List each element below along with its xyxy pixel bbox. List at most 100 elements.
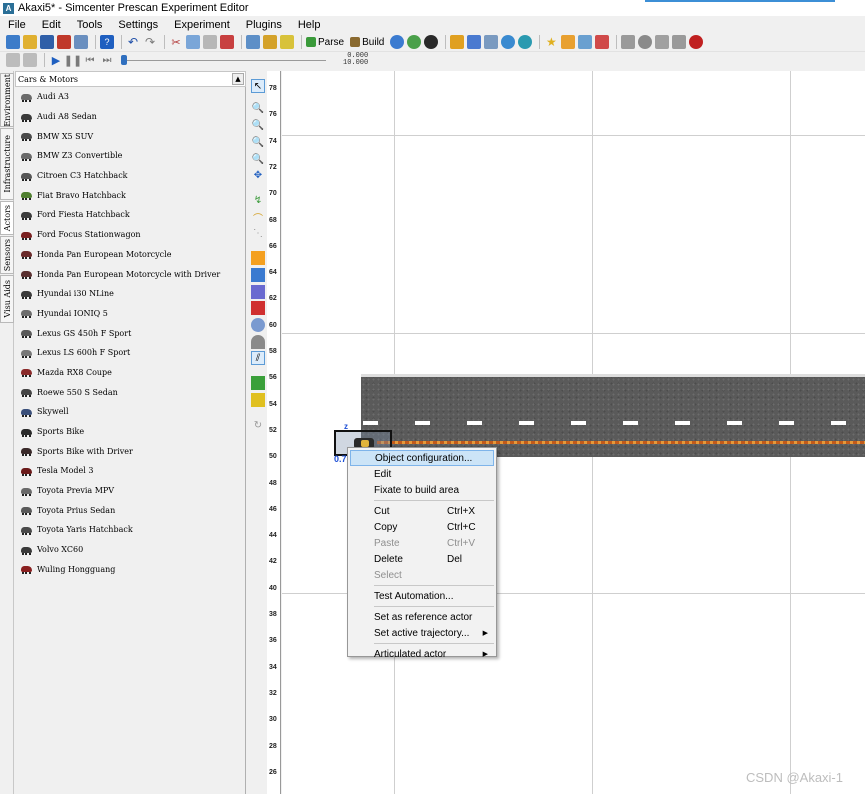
undo-icon[interactable]: ↶ — [126, 35, 140, 49]
list-item[interactable]: Sports Bike with Driver — [15, 441, 246, 461]
list-item[interactable]: Toyota Previa MPV — [15, 481, 246, 501]
menu-item-set-active-trajectory[interactable]: Set active trajectory... ▶ — [350, 625, 494, 641]
curve-icon[interactable] — [467, 35, 482, 49]
align-icon[interactable] — [251, 393, 265, 407]
open-folder-icon[interactable] — [23, 35, 37, 49]
zoom-out-icon[interactable]: 🔍 — [251, 135, 265, 149]
help-icon[interactable]: ? — [100, 35, 114, 49]
new-file-icon[interactable] — [6, 35, 20, 49]
menu-experiment[interactable]: Experiment — [166, 19, 238, 31]
library-header[interactable]: Cars & Motors ▲ — [15, 71, 246, 87]
run-icon[interactable] — [424, 35, 439, 49]
layers-icon[interactable] — [621, 35, 636, 49]
list-item[interactable]: Hyundai i30 NLine — [15, 284, 246, 304]
zoom-icon[interactable]: 🔍 — [251, 101, 265, 115]
actor-trajectory[interactable] — [377, 441, 865, 444]
paste-icon[interactable] — [203, 35, 217, 49]
copy-icon[interactable] — [186, 35, 200, 49]
sensor-tool-icon[interactable] — [251, 301, 265, 315]
print-icon[interactable] — [672, 35, 687, 49]
pan-icon[interactable]: ✥ — [251, 168, 265, 182]
redo-icon[interactable]: ↷ — [143, 35, 157, 49]
sphere-icon[interactable] — [501, 35, 516, 49]
wrench-icon[interactable] — [263, 35, 277, 49]
menu-plugins[interactable]: Plugins — [238, 19, 290, 31]
curve-path-icon[interactable]: ⌒ — [251, 210, 265, 225]
menu-file[interactable]: File — [0, 19, 34, 31]
list-item[interactable]: Skywell — [15, 402, 246, 422]
collapse-icon[interactable]: ▲ — [232, 73, 244, 85]
road-segment[interactable] — [361, 374, 865, 457]
menu-edit[interactable]: Edit — [34, 19, 69, 31]
globe-icon[interactable] — [390, 35, 405, 49]
trajectory-icon[interactable] — [251, 251, 265, 265]
list-item[interactable]: Lexus GS 450h F Sport — [15, 323, 246, 343]
list-item[interactable]: BMW X5 SUV — [15, 126, 246, 146]
fast-forward-icon[interactable]: ⏭ — [100, 53, 114, 67]
list-item[interactable]: Audi A3 — [15, 87, 246, 107]
experiment-canvas[interactable]: z 0.7 — [282, 71, 865, 794]
menu-item-copy[interactable]: Copy Ctrl+C — [350, 519, 494, 535]
sensor-icon[interactable] — [578, 35, 593, 49]
rotate-icon[interactable]: ↻ — [251, 418, 265, 432]
save-icon[interactable] — [40, 35, 54, 49]
list-item[interactable]: Lexus LS 600h F Sport — [15, 343, 246, 363]
list-item[interactable]: Honda Pan European Motorcycle with Drive… — [15, 264, 246, 284]
chart-icon[interactable] — [450, 35, 465, 49]
list-item[interactable]: Ford Fiesta Hatchback — [15, 205, 246, 225]
tab-environment[interactable]: Environment — [0, 73, 14, 127]
measure-icon[interactable] — [251, 318, 265, 332]
speed-profile-icon[interactable] — [251, 268, 265, 282]
delete-icon[interactable] — [220, 35, 234, 49]
menu-item-object-configuration[interactable]: Object configuration... — [350, 450, 494, 466]
image-icon[interactable] — [595, 35, 610, 49]
menu-item-test-automation[interactable]: Test Automation... — [350, 588, 494, 604]
document-icon[interactable] — [655, 35, 670, 49]
menu-item-edit[interactable]: Edit — [350, 466, 494, 482]
list-item[interactable]: Ford Focus Stationwagon — [15, 225, 246, 245]
menu-item-delete[interactable]: Delete Del — [350, 551, 494, 567]
lane-tool-icon[interactable]: ⫽ — [251, 351, 265, 365]
pause-icon[interactable]: ❚❚ — [64, 53, 82, 67]
tab-infrastructure[interactable]: Infrastructure — [0, 128, 14, 200]
spline-icon[interactable]: ⋱ — [251, 226, 265, 240]
tab-sensors[interactable]: Sensors — [0, 236, 14, 274]
step-forward-icon[interactable] — [23, 53, 37, 67]
tab-actors[interactable]: Actors — [0, 201, 14, 235]
time-slider-thumb[interactable] — [121, 55, 127, 65]
list-item[interactable]: Fiat Bravo Hatchback — [15, 185, 246, 205]
tab-visu-aids[interactable]: Visu Aids — [0, 275, 14, 323]
camera-icon[interactable] — [638, 35, 653, 49]
menu-item-fixate-to-build-area[interactable]: Fixate to build area — [350, 482, 494, 498]
grid-icon[interactable] — [246, 35, 260, 49]
world-view-icon[interactable] — [407, 35, 422, 49]
zoom-fit-icon[interactable]: 🔍 — [251, 152, 265, 166]
dome-icon[interactable] — [251, 335, 265, 349]
list-item[interactable]: Mazda RX8 Coupe — [15, 363, 246, 383]
link-icon[interactable] — [251, 285, 265, 299]
debug-bug-icon[interactable] — [689, 35, 704, 49]
parse-button[interactable]: Parse — [306, 37, 344, 48]
menu-item-set-as-reference-actor[interactable]: Set as reference actor — [350, 609, 494, 625]
zoom-in-icon[interactable]: 🔍 — [251, 118, 265, 132]
build-button[interactable]: Build — [350, 37, 384, 48]
menu-item-cut[interactable]: Cut Ctrl+X — [350, 503, 494, 519]
list-item[interactable]: Hyundai IONIQ 5 — [15, 304, 246, 324]
step-back-icon[interactable] — [6, 53, 20, 67]
list-item[interactable]: Sports Bike — [15, 422, 246, 442]
path-tool-icon[interactable]: ↯ — [251, 193, 265, 207]
list-item[interactable]: Volvo XC60 — [15, 540, 246, 560]
list-item[interactable]: Wuling Hongguang — [15, 560, 246, 580]
export-icon[interactable] — [74, 35, 88, 49]
list-item[interactable]: Tesla Model 3 — [15, 461, 246, 481]
network-icon[interactable] — [518, 35, 533, 49]
list-item[interactable]: Toyota Yaris Hatchback — [15, 520, 246, 540]
star-icon[interactable]: ★ — [544, 35, 558, 49]
table-icon[interactable] — [484, 35, 499, 49]
menu-item-articulated-actor[interactable]: Articulated actor ▶ — [350, 646, 494, 662]
menu-settings[interactable]: Settings — [110, 19, 166, 31]
list-item[interactable]: BMW Z3 Convertible — [15, 146, 246, 166]
menu-tools[interactable]: Tools — [69, 19, 111, 31]
group-icon[interactable] — [251, 376, 265, 390]
weather-icon[interactable] — [561, 35, 576, 49]
